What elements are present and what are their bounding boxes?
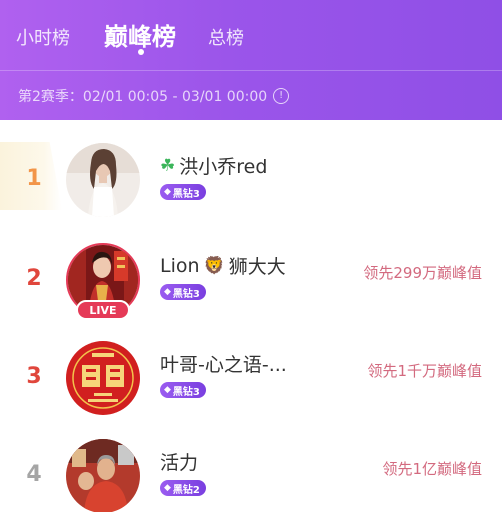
diamond-icon: ◆ [164,483,171,493]
tier-label: 黑钻3 [172,386,200,398]
username[interactable]: 活力 [160,448,198,475]
season-info: 第2赛季：02/01 00:05 - 03/01 00:00 ! [18,86,290,106]
list-item[interactable]: 3 叶哥-心之语-... ◆ 黑钻3 领先1千万巅峰值 [0,326,502,424]
rank-number: 3 [26,364,42,389]
rank-number: 4 [26,462,42,487]
username-text: 叶哥-心之语-... [160,354,287,376]
tier-badge: ◆ 黑钻2 [160,480,206,496]
username[interactable]: Lion 🦁 狮大大 [160,252,286,279]
header-divider [0,70,502,71]
list-item[interactable]: 4 活力 ◆ 黑钻2 领先1亿巅峰值 [0,424,502,512]
season-text: 第2赛季：02/01 00:05 - 03/01 00:00 [18,89,268,105]
info-icon[interactable]: ! [273,88,290,104]
username-text: 活力 [160,452,199,474]
rank-number: 2 [26,266,42,291]
list-item[interactable]: 2 LIVE Lion 🦁 狮大大 ◆ 黑钻3 领先299万巅峰值 [0,228,502,326]
tier-badge: ◆ 黑钻3 [160,184,206,200]
tier-label: 黑钻3 [172,188,200,200]
lion-emoji-icon: 🦁 [203,255,225,276]
username[interactable]: 叶哥-心之语-... [160,350,287,377]
diamond-icon: ◆ [164,287,171,297]
lead-value: 领先1亿巅峰值 [382,460,482,478]
diamond-icon: ◆ [164,385,171,395]
lead-value: 领先1千万巅峰值 [367,362,482,380]
tier-label: 黑钻2 [172,484,200,496]
clover-icon: ☘ [160,155,176,176]
tab-total[interactable]: 总榜 [208,24,244,50]
avatar[interactable] [66,439,140,512]
active-tab-indicator [138,49,144,55]
username-text: 洪小乔red [179,156,268,178]
header: 小时榜 巅峰榜 总榜 第2赛季：02/01 00:05 - 03/01 00:0… [0,0,502,120]
lead-value: 领先299万巅峰值 [363,264,482,282]
tab-hourly[interactable]: 小时榜 [16,24,70,50]
avatar[interactable] [66,341,140,415]
avatar[interactable] [66,143,140,217]
list-item[interactable]: 1 ☘ 洪小乔red ◆ 黑钻3 [0,128,502,226]
tier-label: 黑钻3 [172,288,200,300]
username-text: Lion [160,254,200,277]
diamond-icon: ◆ [164,187,171,197]
username[interactable]: ☘ 洪小乔red [160,152,267,179]
rank-number: 1 [26,166,42,191]
tab-bar: 小时榜 巅峰榜 总榜 [0,0,502,68]
tab-peak[interactable]: 巅峰榜 [104,17,176,52]
tier-badge: ◆ 黑钻3 [160,284,206,300]
live-badge[interactable]: LIVE [76,300,130,320]
tier-badge: ◆ 黑钻3 [160,382,206,398]
username-suffix: 狮大大 [228,256,286,278]
